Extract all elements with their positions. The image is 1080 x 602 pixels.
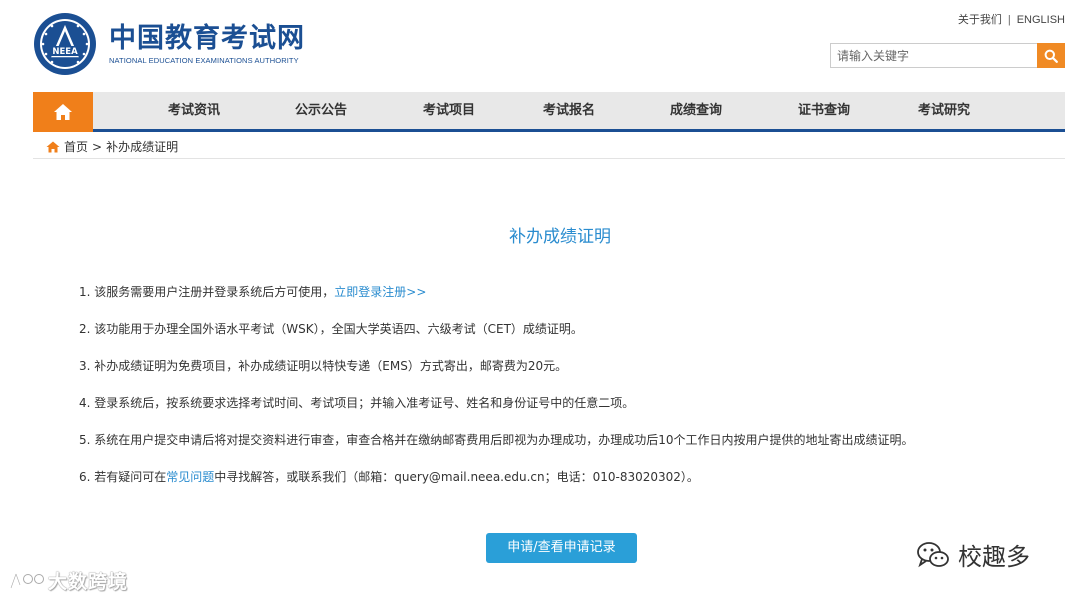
top-links: 关于我们 | ENGLISH — [958, 11, 1065, 27]
search-icon — [1044, 49, 1058, 63]
nav-item-exam-projects[interactable]: 考试项目 — [423, 92, 475, 129]
logo-title-cn: 中国教育考试网 — [109, 22, 305, 54]
neea-logo-icon: NEEA — [34, 13, 96, 75]
logo-badge-text: NEEA — [52, 47, 78, 57]
home-icon — [54, 104, 72, 120]
watermark-right-text: 校趣多 — [958, 543, 1030, 571]
list-item: 6. 若有疑问可在常见问题中寻找解答，或联系我们（邮箱：query@mail.n… — [79, 469, 914, 506]
list-item-text: 5. 系统在用户提交申请后将对提交资料进行审查，审查合格并在缴纳邮寄费用后即视为… — [79, 433, 914, 447]
list-item-text: 2. 该功能用于办理全国外语水平考试（WSK），全国大学英语四、六级考试（CET… — [79, 322, 583, 336]
list-item: 2. 该功能用于办理全国外语水平考试（WSK），全国大学英语四、六级考试（CET… — [79, 321, 914, 358]
list-item: 5. 系统在用户提交申请后将对提交资料进行审查，审查合格并在缴纳邮寄费用后即视为… — [79, 432, 914, 469]
login-register-link[interactable]: 立即登录注册>> — [334, 285, 426, 299]
list-item-text: 4. 登录系统后，按系统要求选择考试时间、考试项目；并输入准考证号、姓名和身份证… — [79, 396, 635, 410]
nav-item-registration[interactable]: 考试报名 — [543, 92, 595, 129]
instructions-list: 1. 该服务需要用户注册并登录系统后方可使用，立即登录注册>> 2. 该功能用于… — [79, 284, 914, 506]
about-us-link[interactable]: 关于我们 — [958, 14, 1002, 26]
search-button[interactable] — [1037, 43, 1065, 68]
watermark-left: 大数跨境 — [8, 567, 128, 594]
list-item-text: 3. 补办成绩证明为免费项目，补办成绩证明以特快专递（EMS）方式寄出，邮寄费为… — [79, 359, 568, 373]
nav-item-announcements[interactable]: 公示公告 — [295, 92, 347, 129]
watermark-right: 校趣多 — [916, 537, 1030, 572]
breadcrumb: 首页 > 补办成绩证明 — [46, 138, 178, 155]
english-link[interactable]: ENGLISH — [1017, 14, 1065, 26]
wechat-icon — [917, 541, 949, 567]
breadcrumb-home-link[interactable]: 首页 — [64, 138, 88, 155]
nav-item-exam-news[interactable]: 考试资讯 — [168, 92, 220, 129]
breadcrumb-home-icon — [46, 141, 60, 152]
search-box — [830, 43, 1065, 68]
breadcrumb-current: 补办成绩证明 — [106, 140, 179, 154]
list-item-text: 6. 若有疑问可在 — [79, 470, 167, 484]
nav-item-exam-research[interactable]: 考试研究 — [918, 92, 970, 129]
faq-link[interactable]: 常见问题 — [166, 470, 214, 484]
search-input[interactable] — [830, 43, 1037, 68]
list-item: 3. 补办成绩证明为免费项目，补办成绩证明以特快专递（EMS）方式寄出，邮寄费为… — [79, 358, 914, 395]
watermark-left-text: 大数跨境 — [48, 571, 129, 593]
site-logo[interactable]: NEEA 中国教育考试网 NATIONAL EDUCATION EXAMINAT… — [33, 12, 305, 76]
main-nav: 考试资讯 公示公告 考试项目 考试报名 成绩查询 证书查询 考试研究 — [33, 92, 1065, 132]
nav-home-button[interactable] — [33, 92, 93, 132]
nav-item-score-query[interactable]: 成绩查询 — [670, 92, 722, 129]
top-links-separator: | — [1007, 14, 1011, 26]
list-item: 4. 登录系统后，按系统要求选择考试时间、考试项目；并输入准考证号、姓名和身份证… — [79, 395, 914, 432]
breadcrumb-divider — [33, 158, 1065, 159]
breadcrumb-separator: > — [92, 139, 103, 154]
logo-title-en: NATIONAL EDUCATION EXAMINATIONS AUTHORIT… — [109, 55, 299, 65]
page-title: 补办成绩证明 — [509, 227, 611, 247]
watermark-logo-icon — [9, 573, 44, 588]
list-item-text: 中寻找解答，或联系我们（邮箱：query@mail.neea.edu.cn；电话… — [214, 470, 699, 484]
apply-view-records-button[interactable]: 申请/查看申请记录 — [486, 533, 637, 563]
list-item: 1. 该服务需要用户注册并登录系统后方可使用，立即登录注册>> — [79, 284, 914, 321]
nav-item-certificate-query[interactable]: 证书查询 — [798, 92, 850, 129]
list-item-text: 1. 该服务需要用户注册并登录系统后方可使用， — [79, 285, 335, 299]
